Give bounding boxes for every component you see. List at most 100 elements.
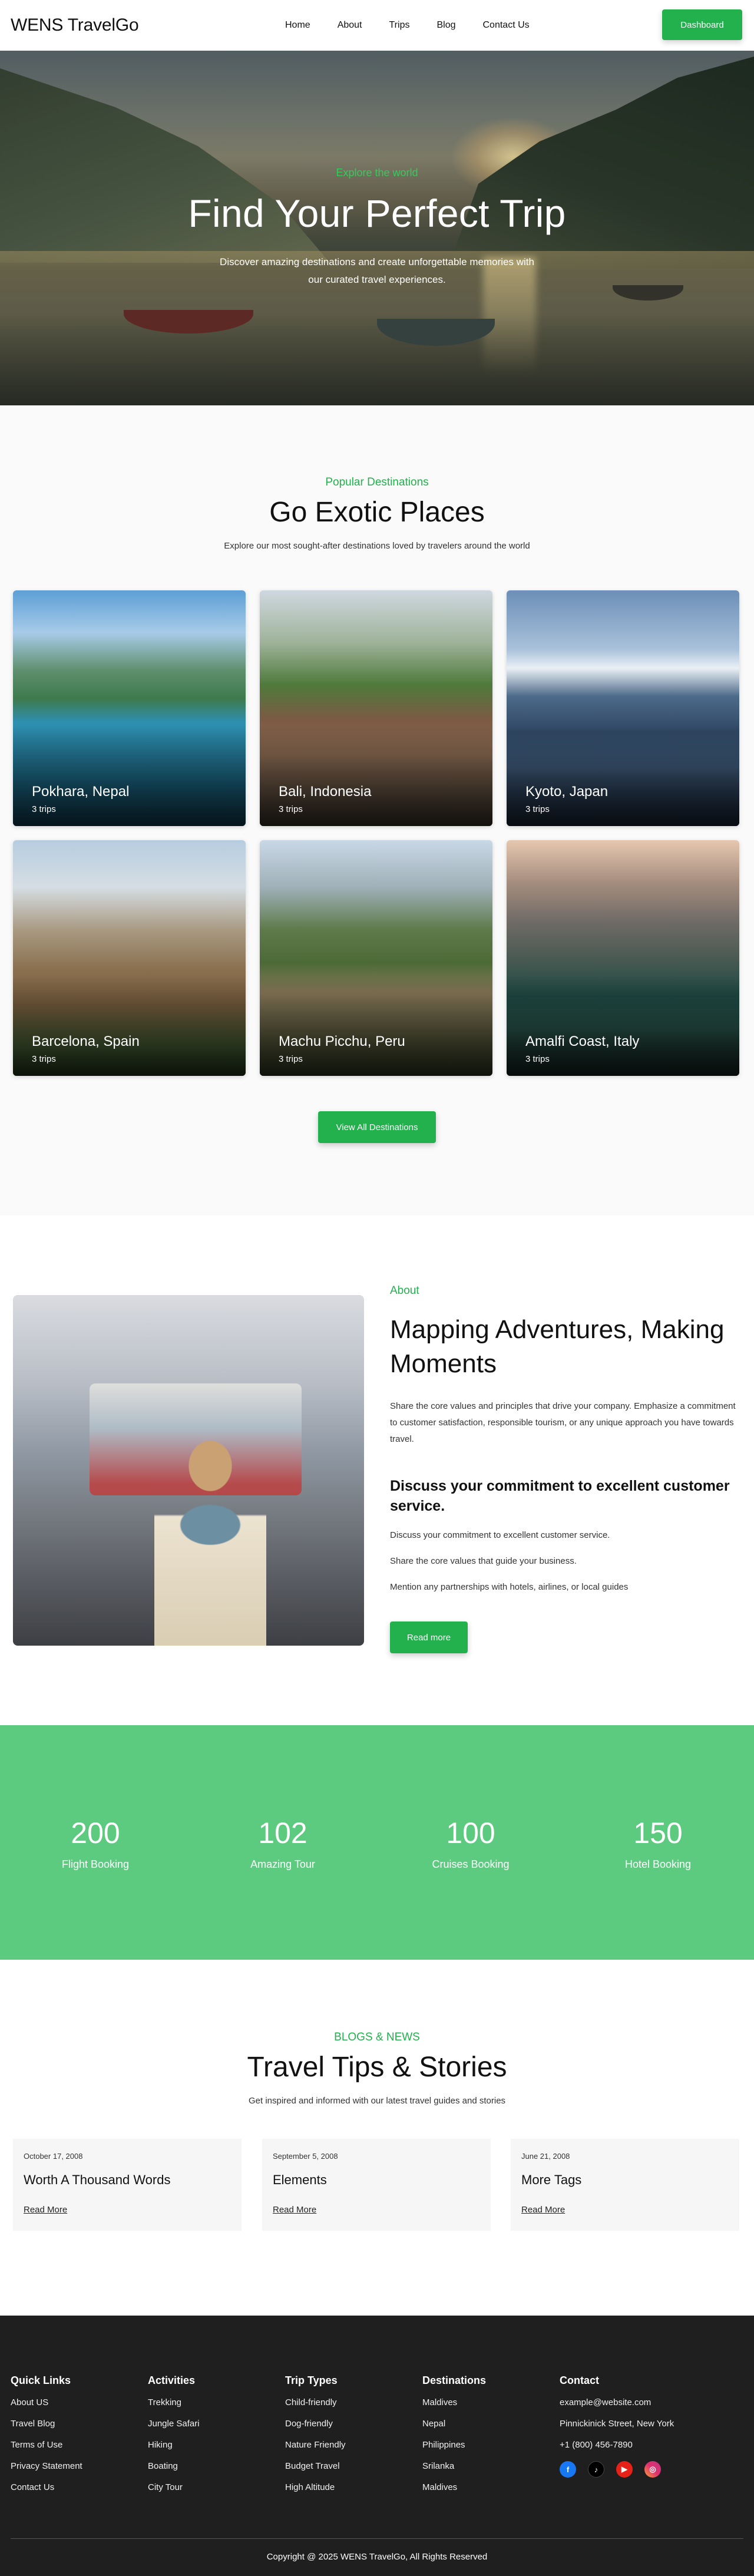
stat-cruises: 100 Cruises Booking <box>400 1816 541 1871</box>
footer-link[interactable]: Terms of Use <box>11 2440 82 2450</box>
nav-link-contact[interactable]: Contact Us <box>483 20 530 31</box>
footer-link[interactable]: Budget Travel <box>285 2461 346 2471</box>
footer-link[interactable]: Maldives <box>422 2482 486 2492</box>
dashboard-button[interactable]: Dashboard <box>662 9 742 40</box>
footer-link[interactable]: Nepal <box>422 2419 486 2429</box>
destinations-title: Go Exotic Places <box>269 497 485 528</box>
footer-contact: Contact example@website.com Pinnickinick… <box>560 2374 674 2478</box>
destination-trips: 3 trips <box>525 1054 550 1064</box>
footer-link[interactable]: Hiking <box>148 2440 200 2450</box>
footer-link[interactable]: Privacy Statement <box>11 2461 82 2471</box>
nav-link-home[interactable]: Home <box>285 20 310 31</box>
stat-tour: 102 Amazing Tour <box>212 1816 353 1871</box>
footer-trip-types: Trip Types Child-friendly Dog-friendly N… <box>285 2374 346 2504</box>
main-menu: Home About Trips Blog Contact Us <box>285 0 530 51</box>
footer-link[interactable]: About US <box>11 2397 82 2407</box>
footer-link[interactable]: Contact Us <box>11 2482 82 2492</box>
footer-destinations: Destinations Maldives Nepal Philippines … <box>422 2374 486 2504</box>
footer-link[interactable]: Travel Blog <box>11 2419 82 2429</box>
destination-card[interactable]: Machu Picchu, Peru 3 trips <box>260 840 492 1076</box>
footer-link[interactable]: City Tour <box>148 2482 200 2492</box>
contact-phone[interactable]: +1 (800) 456-7890 <box>560 2440 674 2450</box>
destination-name: Kyoto, Japan <box>525 784 609 800</box>
footer-link[interactable]: Maldives <box>422 2397 486 2407</box>
stat-label: Cruises Booking <box>432 1858 510 1870</box>
post-title[interactable]: Worth A Thousand Words <box>24 2172 170 2188</box>
nav-link-trips[interactable]: Trips <box>389 20 410 31</box>
footer-link[interactable]: Srilanka <box>422 2461 486 2471</box>
hero-kicker: Explore the world <box>336 167 418 179</box>
stats-section: 200 Flight Booking 102 Amazing Tour 100 … <box>0 1725 754 1960</box>
facebook-icon[interactable]: f <box>560 2461 576 2478</box>
blog-title: Travel Tips & Stories <box>247 2052 507 2083</box>
destination-name: Machu Picchu, Peru <box>279 1033 405 1049</box>
about-image <box>13 1295 364 1646</box>
footer-link[interactable]: Boating <box>148 2461 200 2471</box>
blog-post-card: June 21, 2008 More Tags Read More <box>511 2139 739 2231</box>
destination-card[interactable]: Bali, Indonesia 3 trips <box>260 590 492 826</box>
footer-link[interactable]: Nature Friendly <box>285 2440 346 2450</box>
copyright: Copyright @ 2025 WENS TravelGo, All Righ… <box>266 2552 488 2562</box>
destination-trips: 3 trips <box>279 1054 303 1064</box>
read-more-link[interactable]: Read More <box>521 2205 565 2215</box>
destination-card[interactable]: Kyoto, Japan 3 trips <box>507 590 739 826</box>
about-image-person <box>154 1425 266 1646</box>
footer-link[interactable]: Philippines <box>422 2440 486 2450</box>
read-more-link[interactable]: Read More <box>273 2205 316 2215</box>
stat-value: 102 <box>258 1817 307 1850</box>
read-more-link[interactable]: Read More <box>24 2205 67 2215</box>
footer-divider <box>11 2538 743 2539</box>
site-logo[interactable]: WENS TravelGo <box>11 15 139 35</box>
footer-heading: Trip Types <box>285 2374 338 2386</box>
contact-address: Pinnickinick Street, New York <box>560 2419 674 2429</box>
destinations-lead: Explore our most sought-after destinatio… <box>224 541 530 551</box>
destination-trips: 3 trips <box>32 804 56 814</box>
blog-post-card: September 5, 2008 Elements Read More <box>262 2139 491 2231</box>
footer-link[interactable]: Jungle Safari <box>148 2419 200 2429</box>
read-more-button[interactable]: Read more <box>390 1621 468 1653</box>
contact-email[interactable]: example@website.com <box>560 2397 674 2407</box>
destination-trips: 3 trips <box>279 804 303 814</box>
stat-label: Flight Booking <box>61 1858 130 1870</box>
destination-card[interactable]: Barcelona, Spain 3 trips <box>13 840 246 1076</box>
footer-link[interactable]: High Altitude <box>285 2482 346 2492</box>
tiktok-icon[interactable]: ♪ <box>588 2461 604 2478</box>
about-point: Share the core values that guide your bu… <box>390 1556 577 1566</box>
destination-name: Bali, Indonesia <box>279 784 372 800</box>
footer-link[interactable]: Child-friendly <box>285 2397 346 2407</box>
stat-flight: 200 Flight Booking <box>25 1816 166 1871</box>
nav-link-about[interactable]: About <box>338 20 362 31</box>
footer-activities: Activities Trekking Jungle Safari Hiking… <box>148 2374 200 2504</box>
stat-value: 100 <box>446 1817 495 1850</box>
blog-lead: Get inspired and informed with our lates… <box>248 2096 506 2106</box>
destination-name: Amalfi Coast, Italy <box>525 1033 640 1049</box>
blog-post-card: October 17, 2008 Worth A Thousand Words … <box>13 2139 242 2231</box>
footer-link[interactable]: Dog-friendly <box>285 2419 346 2429</box>
about-title: Mapping Adventures, Making Moments <box>390 1315 725 1378</box>
footer-heading: Contact <box>560 2374 599 2386</box>
instagram-icon[interactable]: ◎ <box>644 2461 661 2478</box>
footer-quick-links: Quick Links About US Travel Blog Terms o… <box>11 2374 82 2504</box>
top-navbar: WENS TravelGo Home About Trips Blog Cont… <box>0 0 754 51</box>
about-point: Mention any partnerships with hotels, ai… <box>390 1582 629 1592</box>
post-date: October 17, 2008 <box>24 2152 83 2161</box>
youtube-icon[interactable]: ▶ <box>616 2461 633 2478</box>
stat-hotel: 150 Hotel Booking <box>587 1816 729 1871</box>
about-point: Discuss your commitment to excellent cus… <box>390 1530 610 1540</box>
about-kicker: About <box>390 1284 419 1297</box>
nav-link-blog[interactable]: Blog <box>436 20 455 31</box>
post-title[interactable]: More Tags <box>521 2172 581 2188</box>
about-subtitle: Discuss your commitment to excellent cus… <box>390 1478 730 1514</box>
destination-card[interactable]: Amalfi Coast, Italy 3 trips <box>507 840 739 1076</box>
blog-kicker: BLOGS & NEWS <box>334 2031 420 2043</box>
post-date: June 21, 2008 <box>521 2152 570 2161</box>
post-title[interactable]: Elements <box>273 2172 327 2188</box>
stat-value: 150 <box>633 1817 683 1850</box>
destination-name: Pokhara, Nepal <box>32 784 130 800</box>
hero-overlay: Explore the world Find Your Perfect Trip… <box>0 51 754 405</box>
hero-section: Explore the world Find Your Perfect Trip… <box>0 51 754 405</box>
destination-card[interactable]: Pokhara, Nepal 3 trips <box>13 590 246 826</box>
footer-link[interactable]: Trekking <box>148 2397 200 2407</box>
view-all-destinations-button[interactable]: View All Destinations <box>318 1111 436 1143</box>
site-footer: Quick Links About US Travel Blog Terms o… <box>0 2316 754 2576</box>
